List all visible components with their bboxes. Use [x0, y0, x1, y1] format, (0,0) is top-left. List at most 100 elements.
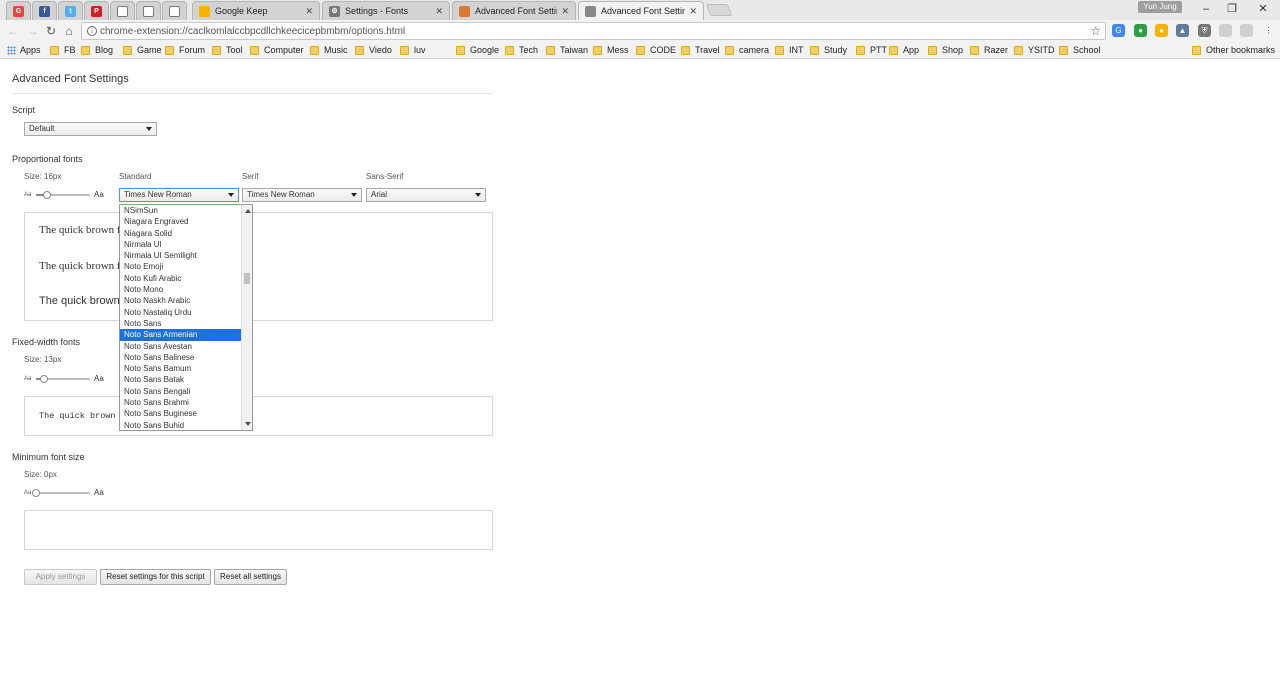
home-icon[interactable]: ⌂: [62, 24, 76, 38]
bookmark-folder[interactable]: Google: [456, 44, 499, 56]
font-option[interactable]: Noto Sans Armenian: [120, 329, 242, 341]
font-option[interactable]: Noto Naskh Arabic: [120, 295, 242, 306]
apply-settings-button[interactable]: Apply settings: [24, 569, 97, 585]
forward-arrow-icon[interactable]: →: [26, 24, 40, 38]
font-option[interactable]: Niagara Solid: [120, 228, 242, 239]
bookmark-folder[interactable]: Viedo: [355, 44, 392, 56]
slider-thumb[interactable]: [32, 489, 40, 497]
bookmark-folder[interactable]: Game: [123, 44, 162, 56]
font-option[interactable]: Noto Sans: [120, 318, 242, 329]
bookmark-star-icon[interactable]: ☆: [1090, 24, 1101, 38]
font-option[interactable]: Noto Mono: [120, 284, 242, 295]
tab-advanced-font-settings[interactable]: Advanced Font Setting ✕: [452, 1, 576, 20]
bookmark-folder[interactable]: Mess: [593, 44, 629, 56]
scroll-down-icon[interactable]: [245, 422, 251, 426]
bookmark-folder[interactable]: FB: [50, 44, 76, 56]
slider-thumb[interactable]: [43, 191, 51, 199]
info-icon[interactable]: i: [87, 26, 97, 36]
scrollbar-thumb[interactable]: [244, 273, 250, 284]
pinned-tab[interactable]: t: [58, 1, 83, 20]
bookmark-folder[interactable]: luv: [400, 44, 426, 56]
font-option[interactable]: Niagara Engraved: [120, 216, 242, 227]
bookmark-folder[interactable]: Travel: [681, 44, 720, 56]
new-tab-button[interactable]: [705, 4, 733, 16]
standard-font-dropdown[interactable]: NSimSun Niagara Engraved Niagara Solid Nirm…: [119, 204, 253, 431]
font-option[interactable]: Noto Kufi Arabic: [120, 273, 242, 284]
font-option[interactable]: Noto Sans Buginese: [120, 408, 242, 419]
font-option[interactable]: Noto Nastaliq Urdu: [120, 307, 242, 318]
proportional-size-slider[interactable]: Aa Aa: [24, 190, 109, 200]
pinned-tab[interactable]: [162, 1, 187, 20]
minimize-icon[interactable]: –: [1196, 2, 1216, 16]
dropdown-scrollbar[interactable]: [241, 205, 252, 430]
bookmark-folder[interactable]: Razer: [970, 44, 1008, 56]
scroll-up-icon[interactable]: [245, 209, 251, 213]
folder-icon: [1014, 45, 1023, 55]
bookmark-folder[interactable]: Music: [310, 44, 348, 56]
bookmark-folder[interactable]: camera: [725, 44, 769, 56]
font-extension-icon[interactable]: [1240, 24, 1253, 37]
bookmark-apps[interactable]: Apps: [7, 44, 41, 56]
minimum-size-slider[interactable]: Aa Aa: [24, 488, 109, 498]
script-select[interactable]: Default: [24, 122, 157, 136]
close-icon[interactable]: ✕: [435, 6, 443, 17]
bookmark-folder[interactable]: CODE: [636, 44, 676, 56]
slider-thumb[interactable]: [40, 375, 48, 383]
shield-extension-icon[interactable]: ⛨: [1198, 24, 1211, 37]
font-option[interactable]: Nirmala UI Semilight: [120, 250, 242, 261]
bookmark-folder[interactable]: YSITD: [1014, 44, 1055, 56]
bookmark-folder[interactable]: Study: [810, 44, 847, 56]
fixed-size-slider[interactable]: Aa Aa: [24, 374, 109, 384]
font-option[interactable]: Noto Emoji: [120, 261, 242, 272]
reset-script-button[interactable]: Reset settings for this script: [100, 569, 211, 585]
tab-google-keep[interactable]: Google Keep ✕: [192, 1, 320, 20]
bookmark-folder[interactable]: Taiwan: [546, 44, 588, 56]
font-option[interactable]: Noto Sans Brahmi: [120, 397, 242, 408]
bookmark-folder[interactable]: Blog: [81, 44, 113, 56]
pinned-tab[interactable]: f: [32, 1, 57, 20]
restore-icon[interactable]: ❐: [1222, 2, 1242, 16]
font-option[interactable]: Nirmala UI: [120, 239, 242, 250]
bookmark-other[interactable]: Other bookmarks: [1192, 44, 1275, 56]
extension-icon[interactable]: ●: [1134, 24, 1147, 37]
font-option[interactable]: Noto Sans Bamum: [120, 363, 242, 374]
font-option[interactable]: NSimSun: [120, 205, 242, 216]
font-option[interactable]: Noto Sans Avestan: [120, 341, 242, 352]
extension-icon[interactable]: [1219, 24, 1232, 37]
reset-all-button[interactable]: Reset all settings: [214, 569, 287, 585]
close-icon[interactable]: ✕: [689, 6, 697, 17]
bookmark-folder[interactable]: INT: [775, 44, 804, 56]
menu-icon[interactable]: ⋮: [1262, 24, 1275, 37]
profile-button[interactable]: Yun Jung: [1138, 1, 1182, 13]
close-icon[interactable]: ✕: [305, 6, 313, 17]
standard-font-select[interactable]: Times New Roman: [119, 188, 239, 202]
pinned-tab[interactable]: G: [6, 1, 31, 20]
tab-settings-fonts[interactable]: ⚙ Settings - Fonts ✕: [322, 1, 450, 20]
bookmark-folder[interactable]: Forum: [165, 44, 205, 56]
sans-serif-font-select[interactable]: Arial: [366, 188, 486, 202]
translate-extension-icon[interactable]: G: [1112, 24, 1125, 37]
extension-icon[interactable]: ●: [1155, 24, 1168, 37]
font-option[interactable]: Noto Sans Buhid: [120, 420, 242, 430]
bookmark-folder[interactable]: Tech: [505, 44, 538, 56]
font-option[interactable]: Noto Sans Batak: [120, 374, 242, 385]
reload-icon[interactable]: ↻: [44, 24, 58, 38]
pinned-tab[interactable]: [136, 1, 161, 20]
pinned-tab[interactable]: P: [84, 1, 109, 20]
bookmark-folder[interactable]: Computer: [250, 44, 304, 56]
bookmark-folder[interactable]: School: [1059, 44, 1101, 56]
back-arrow-icon[interactable]: ←: [6, 24, 20, 38]
address-bar[interactable]: i chrome-extension://caclkomlalccbpcdllc…: [81, 22, 1106, 40]
font-option[interactable]: Noto Sans Balinese: [120, 352, 242, 363]
bookmark-folder[interactable]: PTT: [856, 44, 887, 56]
close-icon[interactable]: ✕: [561, 6, 569, 17]
bookmark-folder[interactable]: App: [889, 44, 919, 56]
pinned-tab[interactable]: [110, 1, 135, 20]
close-window-icon[interactable]: ✕: [1253, 2, 1273, 16]
bookmark-folder[interactable]: Shop: [928, 44, 963, 56]
serif-font-select[interactable]: Times New Roman: [242, 188, 362, 202]
bookmark-folder[interactable]: Tool: [212, 44, 243, 56]
font-option[interactable]: Noto Sans Bengali: [120, 386, 242, 397]
extension-icon[interactable]: ▲: [1176, 24, 1189, 37]
tab-advanced-font-settings-active[interactable]: Advanced Font Setting ✕: [578, 1, 704, 20]
